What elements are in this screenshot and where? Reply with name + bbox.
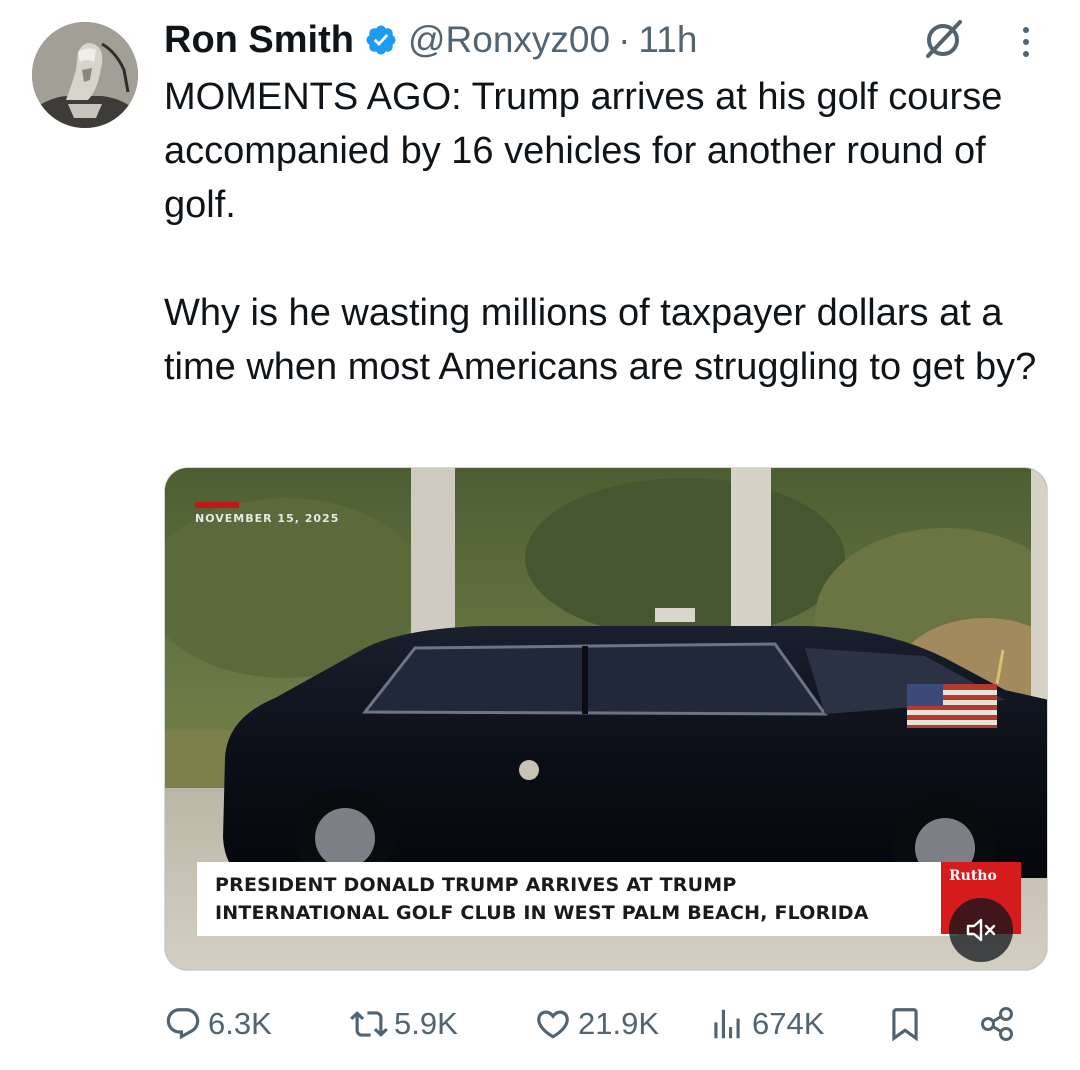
mute-button[interactable]: [949, 898, 1013, 962]
caption-line: PRESIDENT DONALD TRUMP ARRIVES AT TRUMP: [215, 874, 737, 896]
views-button[interactable]: 674K: [708, 996, 824, 1052]
separator-dot: ·: [618, 19, 631, 60]
verified-badge-icon[interactable]: [364, 23, 398, 57]
channel-logo: [195, 502, 239, 508]
brand-text: Rutho: [949, 868, 997, 884]
heart-icon: [537, 1010, 569, 1039]
like-count: 21.9K: [578, 1006, 660, 1041]
tweet-header: Ron Smith @Ronxyz00 · 11h: [164, 16, 697, 64]
bookmark-icon: [892, 1008, 918, 1042]
reply-icon: [166, 1008, 200, 1040]
reply-button[interactable]: 6.3K: [164, 996, 272, 1052]
tweet-actions: 6.3K 5.9K 21.9K 674K: [164, 996, 1034, 1052]
repost-button[interactable]: 5.9K: [350, 996, 458, 1052]
views-count: 674K: [752, 1006, 825, 1041]
share-icon: [981, 1007, 1013, 1041]
more-vertical-icon[interactable]: [1016, 22, 1036, 62]
tweet-paragraph: MOMENTS AGO: Trump arrives at his golf c…: [164, 76, 1003, 226]
video-caption-banner: PRESIDENT DONALD TRUMP ARRIVES AT TRUMP …: [197, 862, 957, 936]
caption-line: INTERNATIONAL GOLF CLUB IN WEST PALM BEA…: [215, 902, 869, 924]
views-bar-icon: [714, 1009, 740, 1039]
author-name[interactable]: Ron Smith: [164, 19, 354, 62]
tweet-paragraph: Why is he wasting millions of taxpayer d…: [164, 292, 1037, 388]
author-handle[interactable]: @Ronxyz00: [408, 19, 610, 61]
share-button[interactable]: [978, 996, 1016, 1052]
like-button[interactable]: 21.9K: [534, 996, 659, 1052]
tweet-text: MOMENTS AGO: Trump arrives at his golf c…: [164, 70, 1054, 394]
grok-icon[interactable]: [920, 16, 966, 62]
date-stamp: NOVEMBER 15, 2025: [195, 512, 340, 525]
reply-count: 6.3K: [208, 1006, 272, 1041]
repost-icon: [350, 1011, 388, 1037]
timestamp[interactable]: 11h: [638, 19, 697, 61]
repost-count: 5.9K: [394, 1006, 458, 1041]
video-player[interactable]: NOVEMBER 15, 2025 PRESIDENT DONALD TRUMP…: [164, 467, 1048, 971]
avatar[interactable]: [32, 22, 138, 128]
speaker-muted-icon: [966, 918, 996, 942]
bookmark-button[interactable]: [886, 996, 924, 1052]
